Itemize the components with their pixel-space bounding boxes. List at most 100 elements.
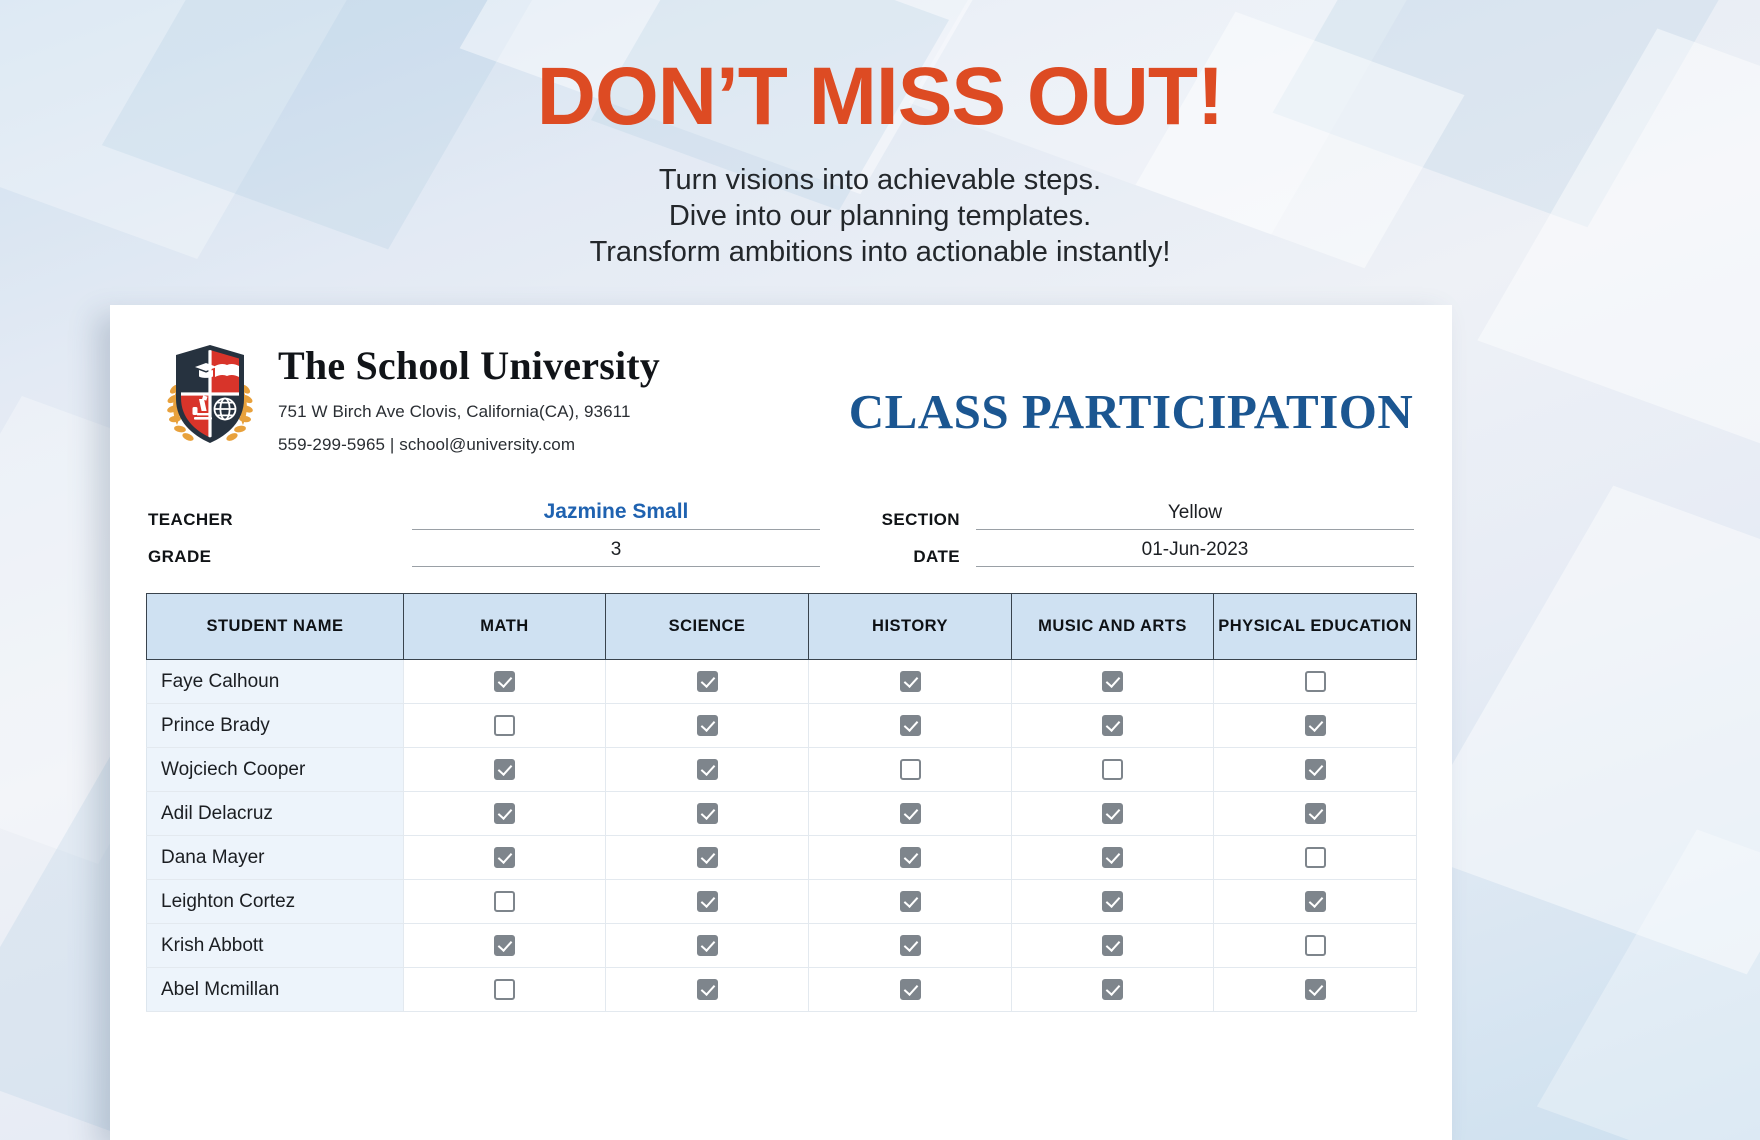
- checkbox-checked-icon[interactable]: [696, 979, 718, 1000]
- cell-science[interactable]: [605, 659, 809, 704]
- student-name-cell: Leighton Cortez: [146, 879, 404, 924]
- checkbox-unchecked-icon[interactable]: [494, 715, 515, 736]
- checkbox-checked-icon[interactable]: [1102, 671, 1123, 692]
- cell-math[interactable]: [403, 923, 606, 968]
- checkbox-checked-icon[interactable]: [494, 759, 515, 780]
- cell-science[interactable]: [605, 791, 809, 836]
- document-title: CLASS PARTICIPATION: [848, 384, 1414, 439]
- checkbox-checked-icon[interactable]: [899, 979, 921, 1000]
- checkbox-checked-icon[interactable]: [899, 671, 921, 692]
- checkbox-unchecked-icon[interactable]: [1304, 847, 1326, 868]
- cell-history[interactable]: [808, 791, 1012, 836]
- cell-science[interactable]: [605, 879, 809, 924]
- checkbox-checked-icon[interactable]: [899, 935, 921, 956]
- checkbox-checked-icon[interactable]: [696, 847, 718, 868]
- cell-music-and-arts[interactable]: [1011, 835, 1214, 880]
- cell-physical-education[interactable]: [1213, 791, 1417, 836]
- checkbox-checked-icon[interactable]: [1304, 891, 1326, 912]
- checkbox-checked-icon[interactable]: [899, 715, 921, 736]
- checkbox-unchecked-icon[interactable]: [1304, 935, 1326, 956]
- cell-music-and-arts[interactable]: [1011, 791, 1214, 836]
- cell-physical-education[interactable]: [1213, 923, 1417, 968]
- checkbox-checked-icon[interactable]: [696, 671, 718, 692]
- cell-science[interactable]: [605, 967, 809, 1012]
- cell-math[interactable]: [403, 879, 606, 924]
- checkbox-checked-icon[interactable]: [1102, 803, 1123, 824]
- checkbox-checked-icon[interactable]: [1102, 847, 1123, 868]
- cell-physical-education[interactable]: [1213, 835, 1417, 880]
- cell-physical-education[interactable]: [1213, 659, 1417, 704]
- table-header-row: STUDENT NAME MATH SCIENCE HISTORY MUSIC …: [146, 593, 1417, 660]
- cell-music-and-arts[interactable]: [1011, 659, 1214, 704]
- checkbox-checked-icon[interactable]: [696, 715, 718, 736]
- checkbox-checked-icon[interactable]: [494, 935, 515, 956]
- cell-music-and-arts[interactable]: [1011, 703, 1214, 748]
- section-value[interactable]: Yellow: [976, 502, 1414, 530]
- cell-music-and-arts[interactable]: [1011, 879, 1214, 924]
- date-value[interactable]: 01-Jun-2023: [976, 539, 1414, 567]
- column-header-science: SCIENCE: [605, 593, 809, 660]
- cell-physical-education[interactable]: [1213, 747, 1417, 792]
- checkbox-unchecked-icon[interactable]: [494, 891, 515, 912]
- cell-math[interactable]: [403, 835, 606, 880]
- section-label: SECTION: [881, 510, 960, 529]
- teacher-field-row: TEACHER Jazmine Small: [148, 493, 820, 530]
- cell-history[interactable]: [808, 659, 1012, 704]
- cell-math[interactable]: [403, 967, 606, 1012]
- table-row: Wojciech Cooper: [146, 747, 1417, 792]
- checkbox-checked-icon[interactable]: [494, 803, 515, 824]
- checkbox-checked-icon[interactable]: [696, 935, 718, 956]
- student-name-cell: Faye Calhoun: [146, 659, 404, 704]
- checkbox-checked-icon[interactable]: [899, 891, 921, 912]
- cell-history[interactable]: [808, 923, 1012, 968]
- cell-music-and-arts[interactable]: [1011, 747, 1214, 792]
- cell-science[interactable]: [605, 703, 809, 748]
- checkbox-checked-icon[interactable]: [1304, 715, 1326, 736]
- meta-column-right: SECTION Yellow DATE 01-Jun-2023: [820, 493, 1414, 567]
- cell-science[interactable]: [605, 835, 809, 880]
- checkbox-checked-icon[interactable]: [1304, 803, 1326, 824]
- checkbox-unchecked-icon[interactable]: [1102, 759, 1123, 780]
- cell-music-and-arts[interactable]: [1011, 967, 1214, 1012]
- checkbox-unchecked-icon[interactable]: [494, 979, 515, 1000]
- checkbox-checked-icon[interactable]: [1102, 715, 1123, 736]
- cell-physical-education[interactable]: [1213, 967, 1417, 1012]
- checkbox-checked-icon[interactable]: [1304, 759, 1326, 780]
- table-row: Krish Abbott: [146, 923, 1417, 968]
- cell-history[interactable]: [808, 747, 1012, 792]
- cell-physical-education[interactable]: [1213, 703, 1417, 748]
- student-name-cell: Adil Delacruz: [146, 791, 404, 836]
- checkbox-checked-icon[interactable]: [494, 671, 515, 692]
- class-participation-table: STUDENT NAME MATH SCIENCE HISTORY MUSIC …: [146, 593, 1417, 1012]
- cell-science[interactable]: [605, 923, 809, 968]
- cell-science[interactable]: [605, 747, 809, 792]
- checkbox-checked-icon[interactable]: [696, 759, 718, 780]
- promo-subcopy-line-1: Turn visions into achievable steps.: [658, 164, 1102, 196]
- checkbox-checked-icon[interactable]: [696, 891, 718, 912]
- grade-value[interactable]: 3: [412, 539, 820, 567]
- checkbox-unchecked-icon[interactable]: [899, 759, 921, 780]
- checkbox-checked-icon[interactable]: [1102, 891, 1123, 912]
- cell-history[interactable]: [808, 835, 1012, 880]
- checkbox-checked-icon[interactable]: [899, 847, 921, 868]
- column-header-music-and-arts: MUSIC AND ARTS: [1011, 593, 1214, 660]
- cell-math[interactable]: [403, 659, 606, 704]
- table-row: Abel Mcmillan: [146, 967, 1417, 1012]
- cell-music-and-arts[interactable]: [1011, 923, 1214, 968]
- cell-physical-education[interactable]: [1213, 879, 1417, 924]
- promo-subcopy-line-3: Transform ambitions into actionable inst…: [589, 236, 1171, 269]
- checkbox-checked-icon[interactable]: [696, 803, 718, 824]
- cell-history[interactable]: [808, 879, 1012, 924]
- checkbox-checked-icon[interactable]: [1102, 979, 1123, 1000]
- cell-math[interactable]: [403, 747, 606, 792]
- checkbox-unchecked-icon[interactable]: [1304, 671, 1326, 692]
- checkbox-checked-icon[interactable]: [494, 847, 515, 868]
- cell-history[interactable]: [808, 703, 1012, 748]
- cell-math[interactable]: [403, 791, 606, 836]
- checkbox-checked-icon[interactable]: [1304, 979, 1326, 1000]
- teacher-value[interactable]: Jazmine Small: [412, 500, 820, 530]
- checkbox-checked-icon[interactable]: [1102, 935, 1123, 956]
- cell-math[interactable]: [403, 703, 606, 748]
- cell-history[interactable]: [808, 967, 1012, 1012]
- checkbox-checked-icon[interactable]: [899, 803, 921, 824]
